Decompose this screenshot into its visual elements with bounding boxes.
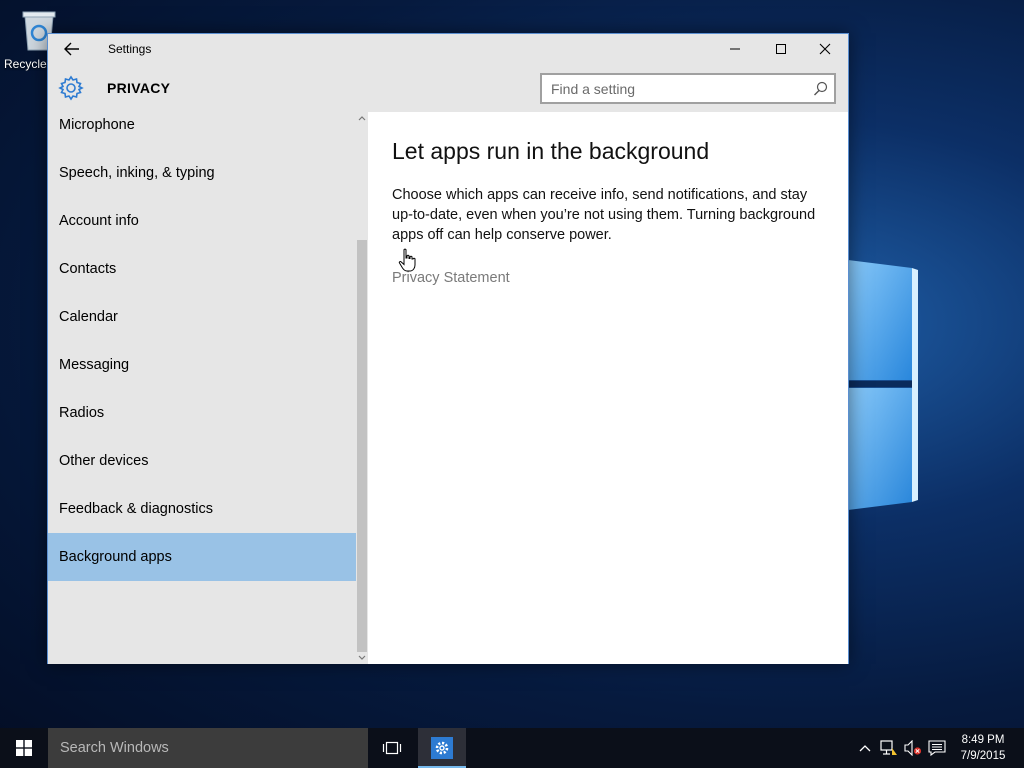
taskbar: 8:49 PM 7/9/2015	[0, 728, 1024, 768]
privacy-sidebar: Microphone Speech, inking, & typing Acco…	[48, 112, 368, 664]
content-pane: Let apps run in the background Choose wh…	[368, 112, 848, 664]
find-setting-input[interactable]	[542, 75, 792, 102]
close-button[interactable]	[802, 34, 848, 64]
back-button[interactable]	[58, 37, 86, 61]
sidebar-item-other-devices[interactable]: Other devices	[48, 437, 356, 485]
settings-gear-icon	[431, 737, 453, 759]
search-icon[interactable]	[813, 81, 828, 96]
action-center-icon	[928, 740, 946, 756]
network-icon	[880, 740, 897, 755]
sidebar-item-speech[interactable]: Speech, inking, & typing	[48, 149, 356, 197]
task-view-icon	[382, 741, 402, 755]
privacy-statement-link[interactable]: Privacy Statement	[392, 270, 510, 286]
sidebar-item-feedback[interactable]: Feedback & diagnostics	[48, 485, 356, 533]
action-center-button[interactable]	[927, 738, 947, 758]
clock-date: 7/9/2015	[960, 750, 1006, 762]
sidebar-item-radios[interactable]: Radios	[48, 389, 356, 437]
scroll-thumb[interactable]	[357, 240, 367, 652]
start-button[interactable]	[0, 728, 48, 768]
taskbar-search-input[interactable]	[48, 728, 348, 768]
scroll-up-button[interactable]	[356, 112, 368, 124]
maximize-icon	[776, 44, 786, 54]
section-title: PRIVACY	[107, 80, 171, 96]
recycle-bin-label: Recycle Bin	[4, 57, 50, 71]
close-icon	[819, 43, 831, 55]
sidebar-item-calendar[interactable]: Calendar	[48, 293, 356, 341]
task-view-button[interactable]	[372, 728, 412, 768]
sidebar-item-account-info[interactable]: Account info	[48, 197, 356, 245]
sidebar-item-microphone[interactable]: Microphone	[48, 112, 356, 149]
volume-button[interactable]	[903, 738, 923, 758]
minimize-button[interactable]	[712, 34, 758, 64]
chevron-up-icon	[859, 745, 871, 752]
title-bar[interactable]: Settings	[48, 34, 848, 64]
window-title: Settings	[108, 42, 152, 56]
scroll-down-button[interactable]	[356, 652, 368, 664]
windows-logo-icon	[16, 740, 32, 756]
system-clock[interactable]: 8:49 PM 7/9/2015	[952, 732, 1014, 764]
chevron-down-icon	[358, 655, 366, 660]
page-description: Choose which apps can receive info, send…	[392, 187, 816, 243]
sidebar-item-messaging[interactable]: Messaging	[48, 341, 356, 389]
chevron-up-icon	[358, 116, 366, 121]
windows-wallpaper-logo	[848, 260, 918, 510]
taskbar-settings-app[interactable]	[418, 728, 466, 768]
network-button[interactable]	[879, 738, 899, 758]
maximize-button[interactable]	[758, 34, 804, 64]
find-setting-box[interactable]	[540, 73, 836, 104]
settings-gear-icon	[58, 75, 84, 101]
hand-cursor-icon	[398, 248, 416, 272]
taskbar-search-box[interactable]	[48, 728, 368, 768]
sidebar-item-contacts[interactable]: Contacts	[48, 245, 356, 293]
show-hidden-icons-button[interactable]	[855, 738, 875, 758]
clock-time: 8:49 PM	[961, 734, 1005, 746]
settings-window: Settings PRIVACY Microphone Spee	[47, 33, 849, 664]
minimize-icon	[730, 48, 740, 50]
volume-muted-icon	[904, 740, 922, 756]
back-arrow-icon	[64, 42, 79, 56]
page-title: Let apps run in the background	[392, 138, 710, 164]
sidebar-item-background-apps[interactable]: Background apps	[48, 533, 356, 581]
settings-header: PRIVACY	[48, 64, 848, 112]
